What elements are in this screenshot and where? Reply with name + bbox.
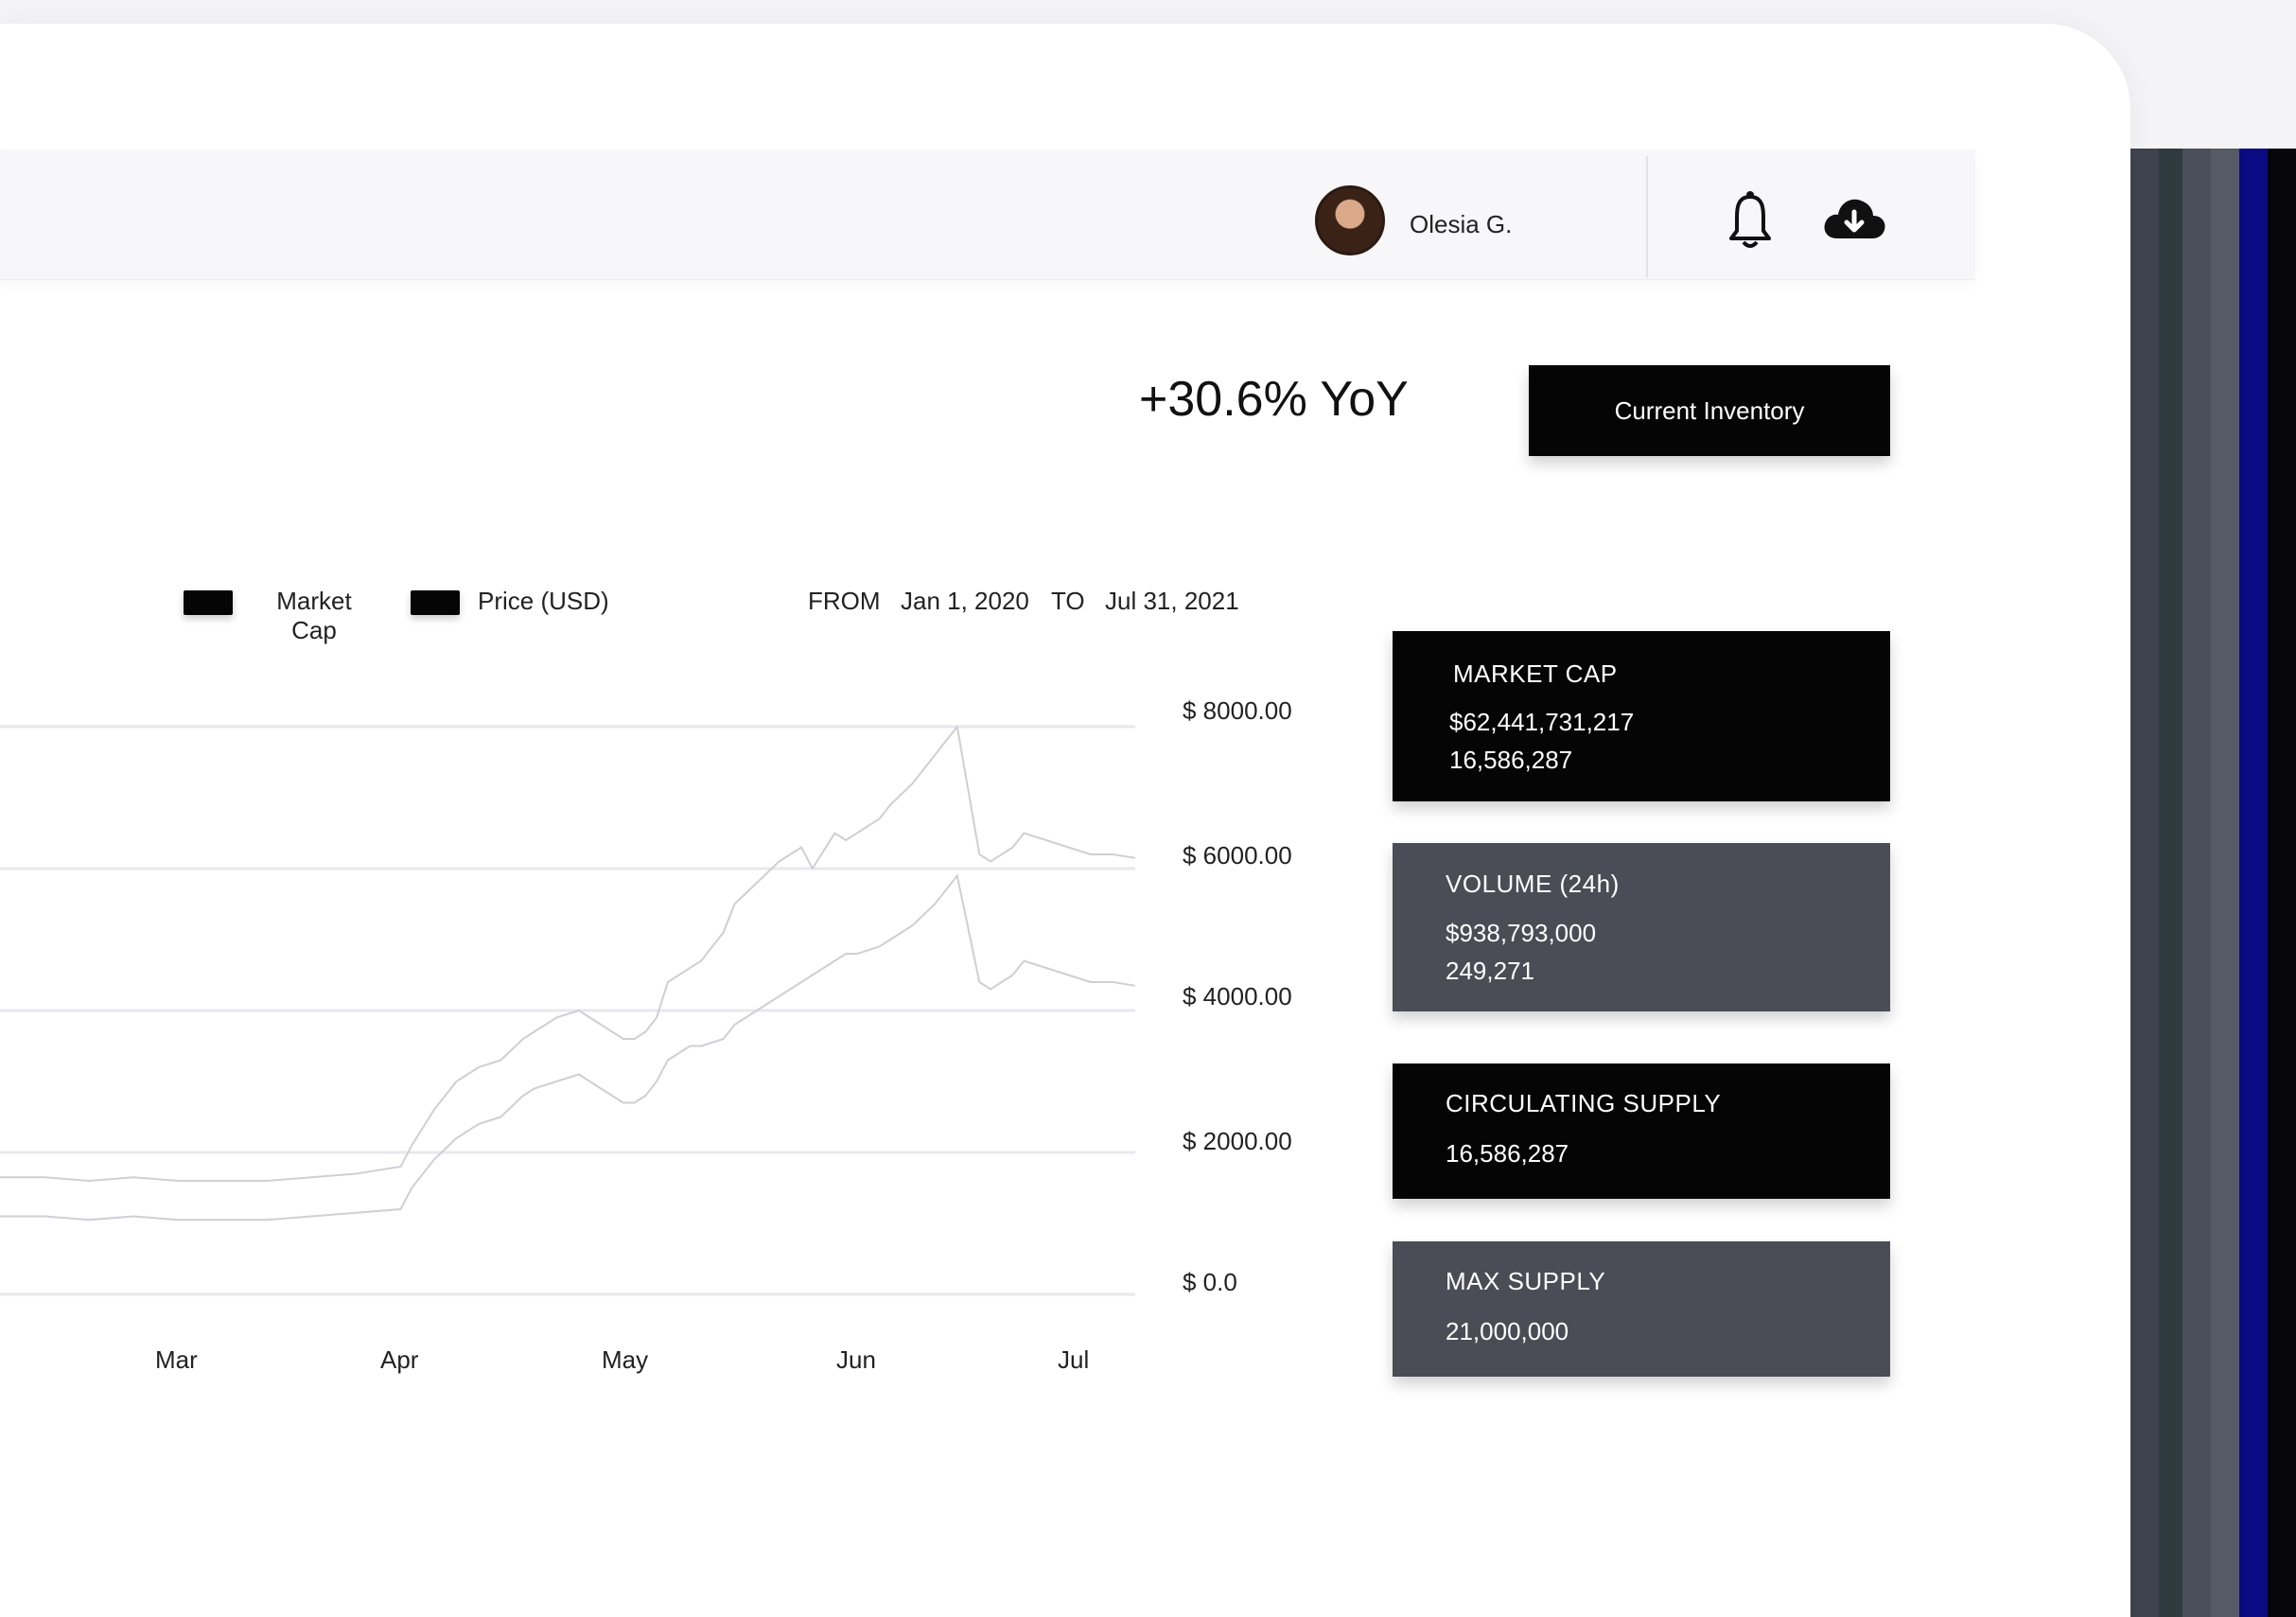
legend-price-label: Price (USD) <box>478 587 609 615</box>
x-tick-label: Jul <box>1058 1345 1090 1374</box>
edge-band <box>2211 149 2239 1617</box>
user-name[interactable]: Olesia G. <box>1410 210 1512 239</box>
stat-title: CIRCULATING SUPPLY <box>1446 1089 1722 1117</box>
current-inventory-button[interactable]: Current Inventory <box>1529 365 1890 456</box>
edge-band <box>2239 149 2268 1617</box>
stat-value: $938,793,000 <box>1446 919 1597 947</box>
top-bar <box>0 149 1975 280</box>
cloud-download-icon[interactable] <box>1820 189 1888 246</box>
stat-value: 249,271 <box>1446 957 1534 985</box>
stat-value: 16,586,287 <box>1449 746 1573 774</box>
y-tick-label: $ 8000.00 <box>1183 696 1292 725</box>
stat-card-circulating-supply[interactable]: CIRCULATING SUPPLY 16,586,287 <box>1393 1063 1890 1199</box>
y-tick-label: $ 0.0 <box>1183 1268 1237 1296</box>
bell-icon[interactable] <box>1726 189 1775 250</box>
avatar[interactable] <box>1315 185 1385 255</box>
x-tick-label: Jun <box>836 1345 876 1374</box>
yoy-change: +30.6% YoY <box>1139 372 1409 427</box>
x-tick-label: Mar <box>155 1345 198 1374</box>
legend-market-cap-line1: Market <box>276 587 352 615</box>
edge-band <box>2182 149 2211 1617</box>
legend-market-cap-swatch <box>184 590 233 615</box>
stat-title: MARKET CAP <box>1453 659 1618 688</box>
range-from-value[interactable]: Jan 1, 2020 <box>901 587 1029 616</box>
x-tick-label: Apr <box>380 1345 419 1374</box>
stat-card-max-supply[interactable]: MAX SUPPLY 21,000,000 <box>1393 1241 1890 1377</box>
series-line-price <box>0 873 1136 1222</box>
legend-price-swatch <box>411 590 460 615</box>
range-to-label: TO <box>1051 587 1085 615</box>
stat-value: 16,586,287 <box>1446 1139 1569 1168</box>
stat-title: VOLUME (24h) <box>1446 870 1620 898</box>
x-tick-label: May <box>602 1345 649 1374</box>
stat-title: MAX SUPPLY <box>1446 1267 1606 1295</box>
edge-band <box>2268 149 2296 1617</box>
stat-card-volume[interactable]: VOLUME (24h) $938,793,000 249,271 <box>1393 843 1890 1011</box>
range-to-value[interactable]: Jul 31, 2021 <box>1105 587 1239 616</box>
y-tick-label: $ 6000.00 <box>1183 841 1292 870</box>
stat-card-market-cap[interactable]: MARKET CAP $62,441,731,217 16,586,287 <box>1393 631 1890 801</box>
adjacent-window-edge <box>2130 149 2296 1617</box>
price-chart <box>0 724 1136 1296</box>
edge-band <box>2159 149 2182 1617</box>
range-from-label: FROM <box>808 587 881 615</box>
y-tick-label: $ 4000.00 <box>1183 982 1292 1011</box>
series-line-market-cap <box>0 724 1136 1183</box>
stat-value: 21,000,000 <box>1446 1317 1569 1345</box>
header-divider <box>1646 156 1648 277</box>
legend-market-cap-label: Market Cap <box>267 587 361 645</box>
stat-value: $62,441,731,217 <box>1449 708 1635 736</box>
legend-market-cap-line2: Cap <box>291 616 337 644</box>
y-tick-label: $ 2000.00 <box>1183 1127 1292 1155</box>
